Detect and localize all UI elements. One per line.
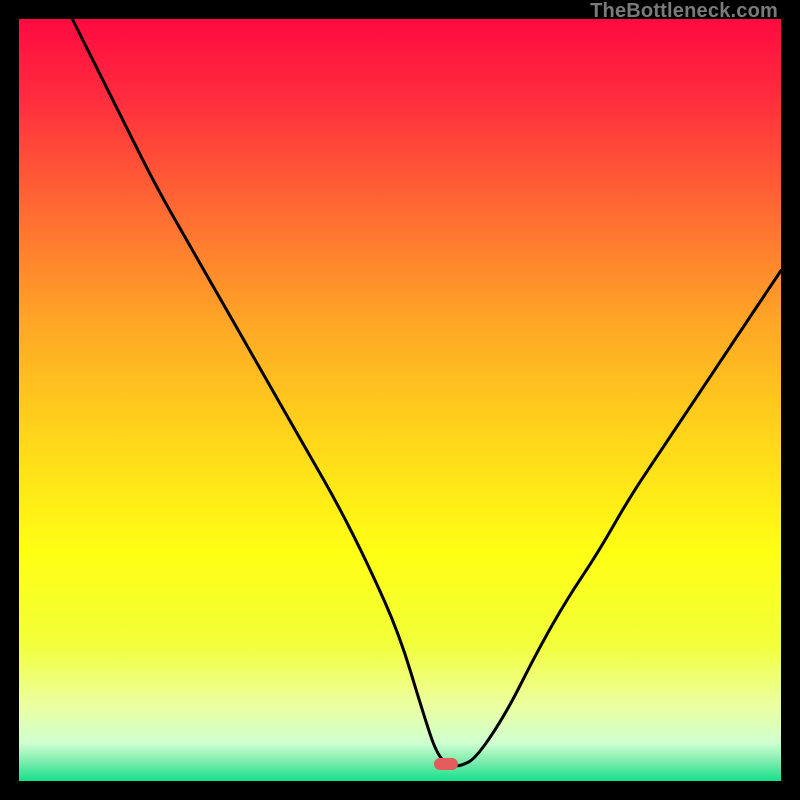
bottleneck-curve bbox=[72, 19, 781, 766]
optimal-marker bbox=[434, 758, 458, 770]
watermark-text: TheBottleneck.com bbox=[590, 0, 778, 23]
chart-frame: TheBottleneck.com bbox=[0, 0, 800, 800]
curve-layer bbox=[19, 19, 781, 781]
plot-area bbox=[19, 19, 781, 781]
